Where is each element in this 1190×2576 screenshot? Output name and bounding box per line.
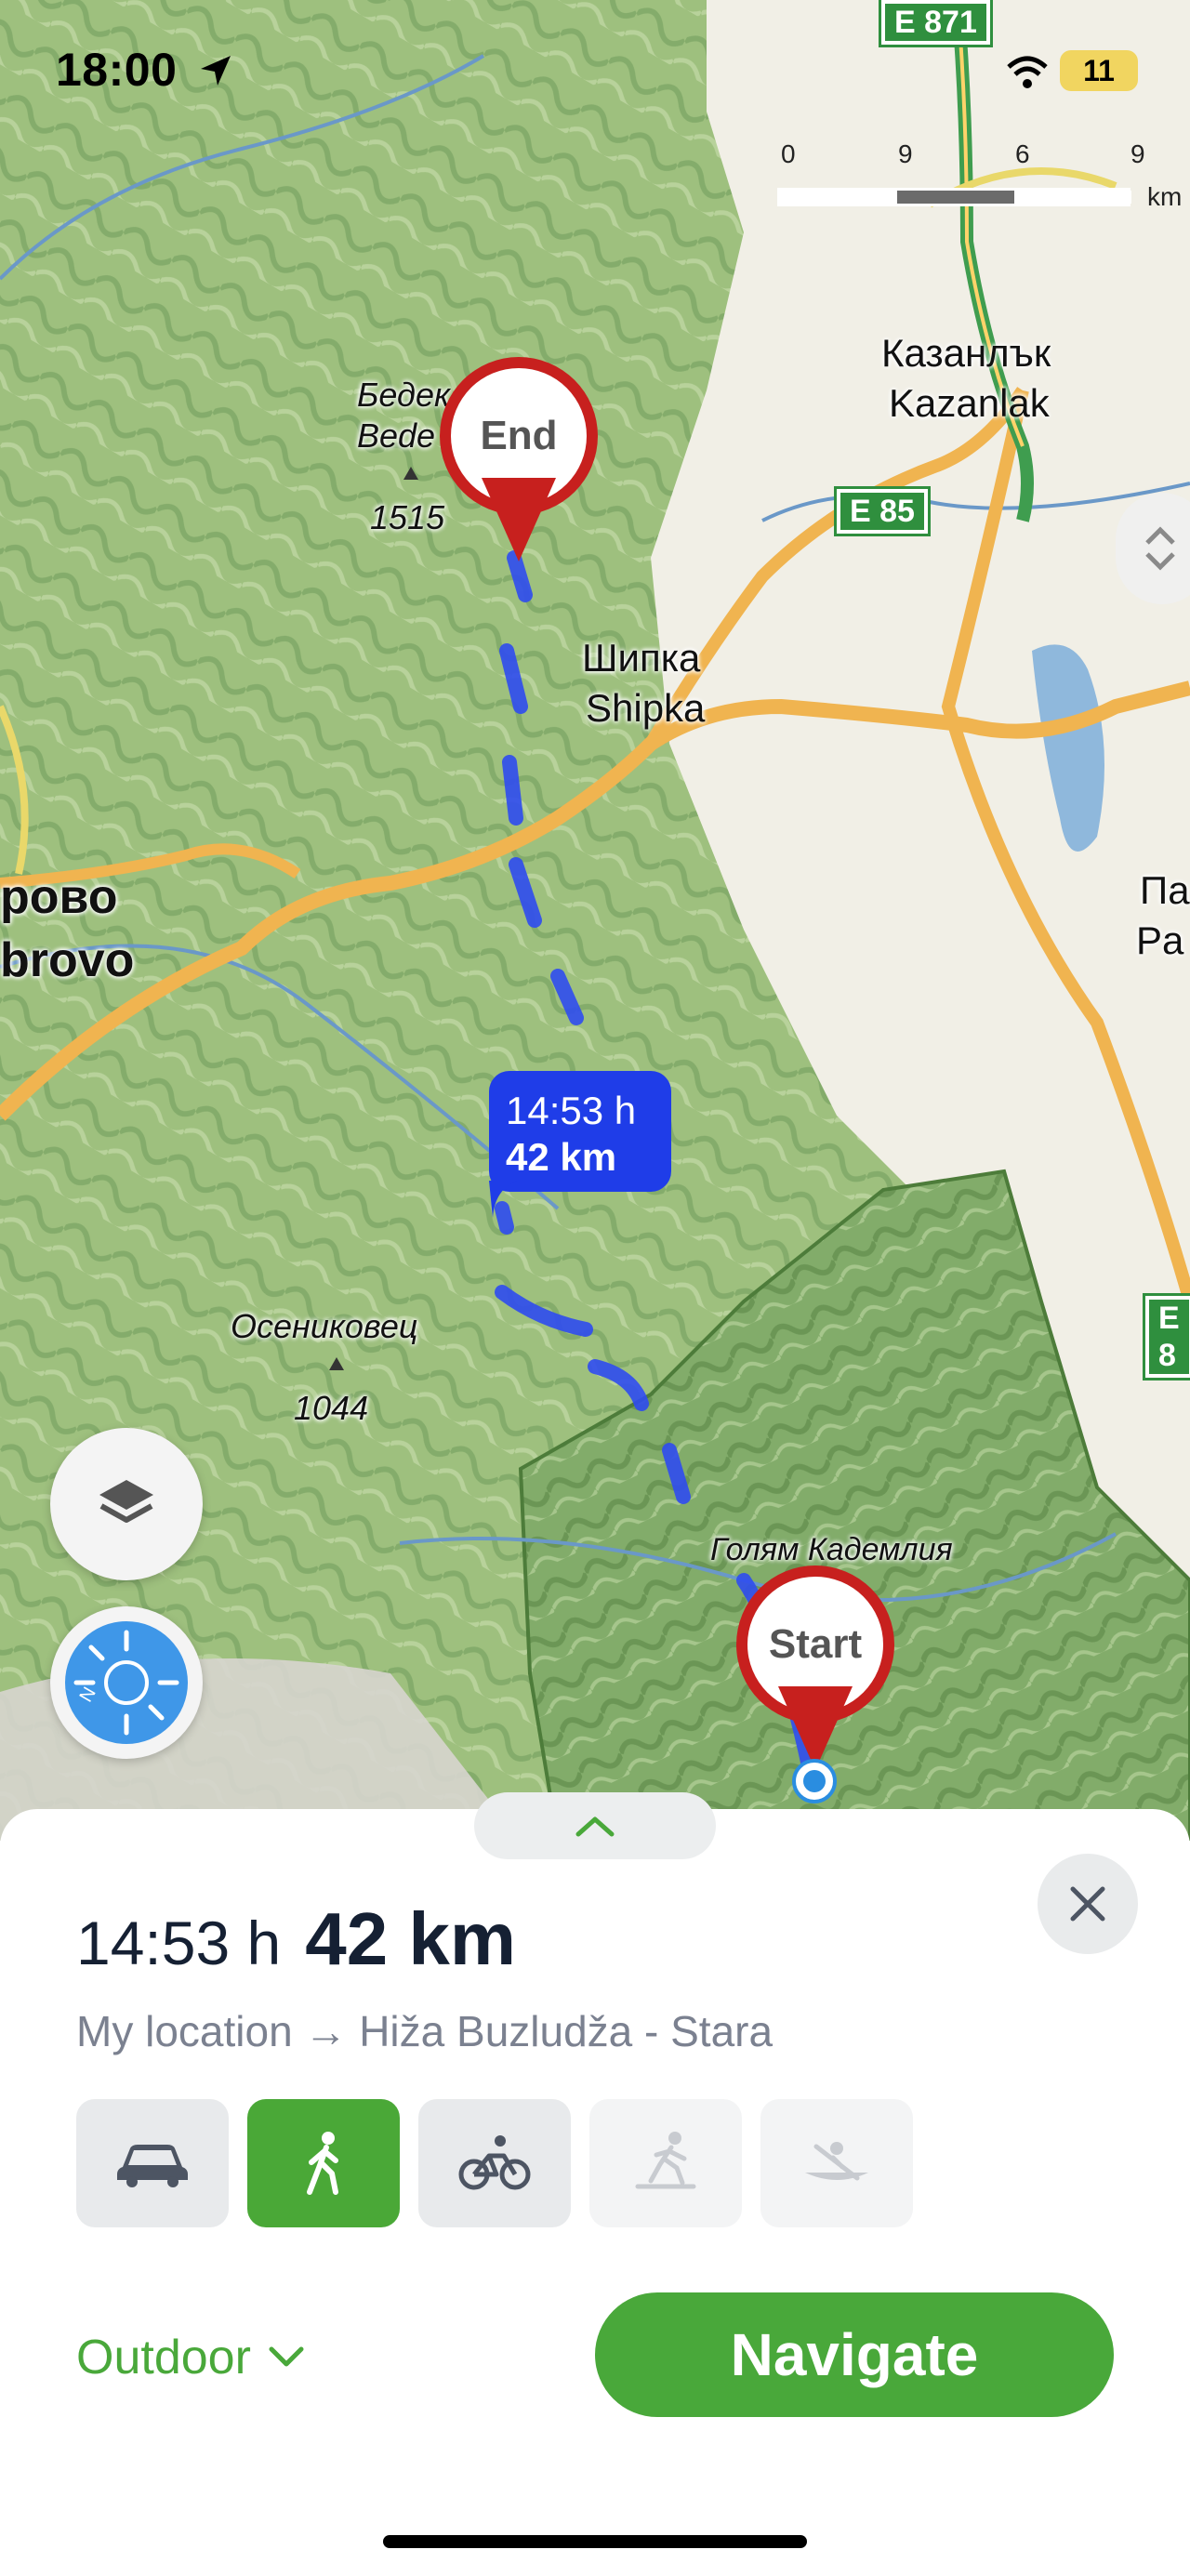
route-duration: 14:53 h	[76, 1909, 282, 1977]
bubble-tail-icon	[489, 1181, 517, 1218]
route-profile-dropdown[interactable]: Outdoor	[76, 2330, 305, 2385]
peak-marker-icon	[329, 1357, 344, 1370]
bubble-time: 14:53 h	[506, 1089, 637, 1132]
label-bedek-en: Bede	[357, 416, 436, 455]
status-bar: 18:00 11	[0, 0, 1190, 139]
map-view[interactable]: 18:00 11 0 9 6 9 km E 871 E 85 E 8 Казан…	[0, 0, 1190, 1841]
pin-tip-icon	[482, 478, 556, 561]
chevron-down-icon	[269, 2346, 304, 2367]
route-summary: 14:53 h 42 km	[76, 1896, 516, 1982]
mode-walk-button[interactable]	[247, 2099, 400, 2227]
scale-tick-9: 9	[1130, 139, 1145, 168]
end-marker[interactable]: End	[440, 357, 598, 571]
map-scale-bar: 0 9 6 9 km	[777, 139, 1186, 214]
wifi-icon	[1007, 56, 1048, 88]
mode-car-button[interactable]	[76, 2099, 229, 2227]
route-profile-label: Outdoor	[76, 2331, 251, 2384]
location-arrow-icon	[201, 56, 231, 86]
label-gabrovo-en: brovo	[0, 933, 135, 987]
bike-icon	[458, 2135, 531, 2190]
battery-indicator: 11	[1060, 50, 1138, 91]
road-shield-e8: E 8	[1143, 1293, 1190, 1380]
sheet-expand-handle[interactable]	[474, 1792, 716, 1859]
walk-icon	[307, 2132, 338, 2195]
my-location-dot-icon	[792, 1759, 837, 1803]
scale-tick-3: 9	[898, 139, 913, 168]
label-shipka-bg: Шипка	[582, 636, 701, 680]
route-description: My location → Hiža Buzludža - Stara	[76, 2007, 774, 2055]
label-shipka-en: Shipka	[586, 686, 706, 730]
status-time: 18:00	[56, 44, 178, 96]
label-bedek-bg: Бедек	[357, 376, 450, 414]
car-icon	[117, 2145, 188, 2187]
compass-icon: N	[65, 1621, 188, 1744]
scale-tick-0: 0	[781, 139, 796, 168]
layers-icon	[99, 1480, 153, 1523]
scale-tick-6: 6	[1015, 139, 1030, 168]
mode-canoe-button[interactable]	[760, 2099, 913, 2227]
mode-ski-button[interactable]	[589, 2099, 742, 2227]
label-kazanlak-bg: Казанлък	[881, 331, 1051, 375]
label-peak2-height: 1044	[294, 1389, 369, 1427]
chevron-up-down-icon	[1145, 526, 1175, 571]
label-pa-en: Pa	[1136, 918, 1184, 962]
label-peak1-height: 1515	[370, 498, 445, 536]
route-summary-bubble[interactable]: 14:53 h 42 km	[489, 1071, 671, 1218]
ski-icon	[635, 2132, 696, 2189]
road-shield-e85: E 85	[834, 486, 931, 536]
bubble-distance: 42 km	[506, 1135, 617, 1179]
scale-unit: km	[1147, 182, 1183, 211]
road-shield-e871: E 871	[879, 0, 993, 47]
route-distance: 42 km	[305, 1897, 517, 1980]
chevron-up-icon	[575, 1816, 615, 1837]
compass-button[interactable]: N	[50, 1606, 203, 1759]
label-kazanlak-en: Kazanlak	[889, 381, 1050, 425]
map-layers-button[interactable]	[50, 1428, 203, 1580]
peak-marker-icon	[403, 467, 418, 480]
close-button[interactable]	[1038, 1854, 1138, 1954]
mode-bike-button[interactable]	[418, 2099, 571, 2227]
map-terrain	[0, 0, 1190, 1841]
side-panel-handle[interactable]	[1116, 493, 1190, 604]
canoe-icon	[805, 2142, 868, 2181]
start-marker[interactable]: Start	[736, 1565, 894, 1779]
home-indicator[interactable]	[383, 2535, 807, 2548]
label-pa-bg: Па	[1140, 868, 1190, 912]
battery-level: 11	[1083, 54, 1115, 87]
label-golyam-kademliya: Голям Кадемлия	[710, 1532, 953, 1567]
label-osenikovets: Осениковец	[231, 1307, 418, 1345]
close-icon	[1070, 1886, 1105, 1922]
label-gabrovo-bg: рово	[0, 870, 118, 924]
navigate-button[interactable]: Navigate	[595, 2292, 1114, 2417]
